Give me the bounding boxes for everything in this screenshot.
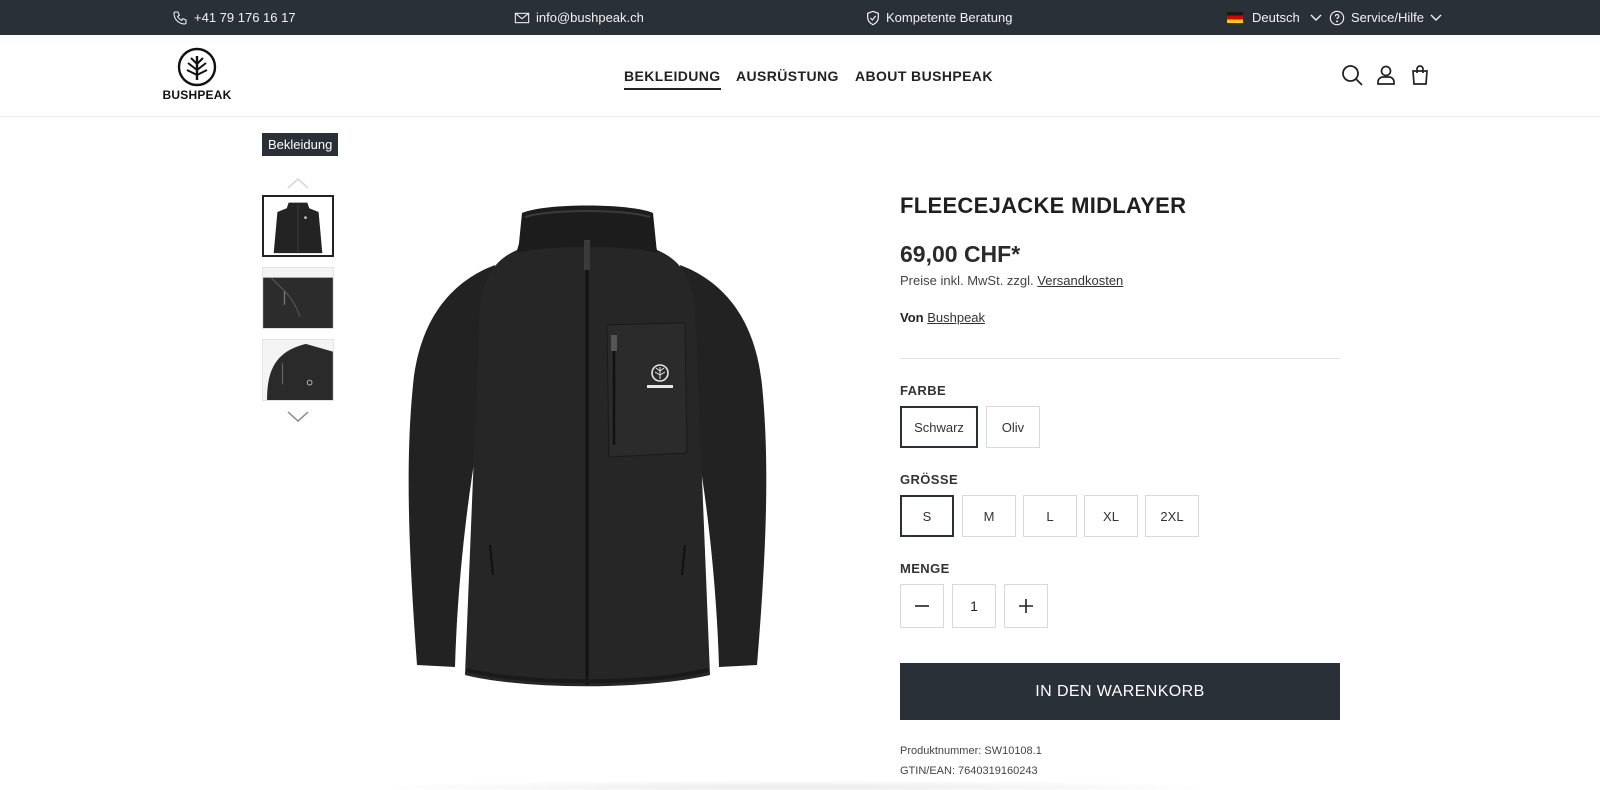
phone-number: +41 79 176 16 17 xyxy=(194,10,296,25)
plus-icon xyxy=(1019,599,1033,613)
email-address: info@bushpeak.ch xyxy=(536,10,644,25)
cart-icon[interactable] xyxy=(1408,63,1432,87)
jacket-detail-thumbnail-icon xyxy=(263,340,333,400)
phone-icon xyxy=(172,10,188,26)
shield-check-icon xyxy=(866,10,880,26)
quantity-label: MENGE xyxy=(900,561,950,576)
product-thumbnail[interactable] xyxy=(262,339,334,401)
footer-shadow xyxy=(360,780,1230,790)
service-menu[interactable]: Service/Hilfe xyxy=(1329,0,1442,35)
product-thumbnail[interactable] xyxy=(262,195,334,257)
minus-icon xyxy=(915,605,929,607)
section-divider xyxy=(900,358,1340,359)
fleece-jacket-image-icon xyxy=(408,205,767,687)
tax-info: Preise inkl. MwSt. zzgl. Versandkosten xyxy=(900,273,1123,288)
brand-prefix: Von xyxy=(900,310,924,325)
german-flag-icon xyxy=(1227,12,1243,23)
mail-icon xyxy=(514,11,530,25)
product-number: Produktnummer: SW10108.1 xyxy=(900,745,1042,757)
account-icon[interactable] xyxy=(1374,63,1398,87)
color-option-schwarz[interactable]: Schwarz xyxy=(900,406,978,448)
product-price: 69,00 CHF* xyxy=(900,241,1021,267)
size-option-2xl[interactable]: 2XL xyxy=(1145,495,1199,537)
chevron-down-icon xyxy=(1430,14,1442,22)
product-main-image xyxy=(395,195,780,700)
quantity-decrease-button[interactable] xyxy=(900,584,944,628)
brand-info: Von Bushpeak xyxy=(900,310,985,325)
service-label: Service/Hilfe xyxy=(1351,10,1424,25)
phone-contact[interactable]: +41 79 176 16 17 xyxy=(172,0,296,35)
brand-link[interactable]: Bushpeak xyxy=(927,310,985,325)
product-thumbnail[interactable] xyxy=(262,267,334,329)
breadcrumb-tag[interactable]: Bekleidung xyxy=(262,133,339,156)
chevron-down-icon xyxy=(1310,14,1322,22)
quantity-input[interactable]: 1 xyxy=(952,584,996,628)
shipping-cost-link[interactable]: Versandkosten xyxy=(1037,273,1123,288)
size-option-l[interactable]: L xyxy=(1023,495,1077,537)
color-label: FARBE xyxy=(900,383,947,398)
size-option-xl[interactable]: XL xyxy=(1084,495,1138,537)
logo-text: BUSHPEAK xyxy=(162,88,232,102)
size-option-m[interactable]: M xyxy=(962,495,1016,537)
thumb-scroll-up-icon[interactable] xyxy=(286,176,310,190)
jacket-front-thumbnail-icon xyxy=(264,197,332,255)
size-option-s[interactable]: S xyxy=(900,495,954,537)
thumb-scroll-down-icon[interactable] xyxy=(286,410,310,424)
help-circle-icon xyxy=(1329,10,1345,26)
language-label: Deutsch xyxy=(1252,10,1300,25)
product-title: FLEECEJACKE MIDLAYER xyxy=(900,193,1187,218)
header-actions xyxy=(0,63,1600,87)
consulting-text: Kompetente Beratung xyxy=(886,10,1013,25)
product-gtin: GTIN/EAN: 7640319160243 xyxy=(900,765,1038,777)
color-option-oliv[interactable]: Oliv xyxy=(986,406,1040,448)
jacket-collar-thumbnail-icon xyxy=(263,268,333,328)
language-selector[interactable]: Deutsch xyxy=(1227,0,1322,35)
tax-text: Preise inkl. MwSt. zzgl. xyxy=(900,273,1034,288)
email-contact[interactable]: info@bushpeak.ch xyxy=(514,0,644,35)
search-icon[interactable] xyxy=(1340,63,1364,87)
size-label: GRÖSSE xyxy=(900,472,959,487)
site-header: BUSHPEAK BEKLEIDUNG AUSRÜSTUNG ABOUT BUS… xyxy=(0,35,1600,117)
add-to-cart-button[interactable]: IN DEN WARENKORB xyxy=(900,663,1340,720)
quantity-increase-button[interactable] xyxy=(1004,584,1048,628)
top-bar: +41 79 176 16 17 info@bushpeak.ch Kompet… xyxy=(0,0,1600,35)
consulting-info: Kompetente Beratung xyxy=(866,0,1012,35)
